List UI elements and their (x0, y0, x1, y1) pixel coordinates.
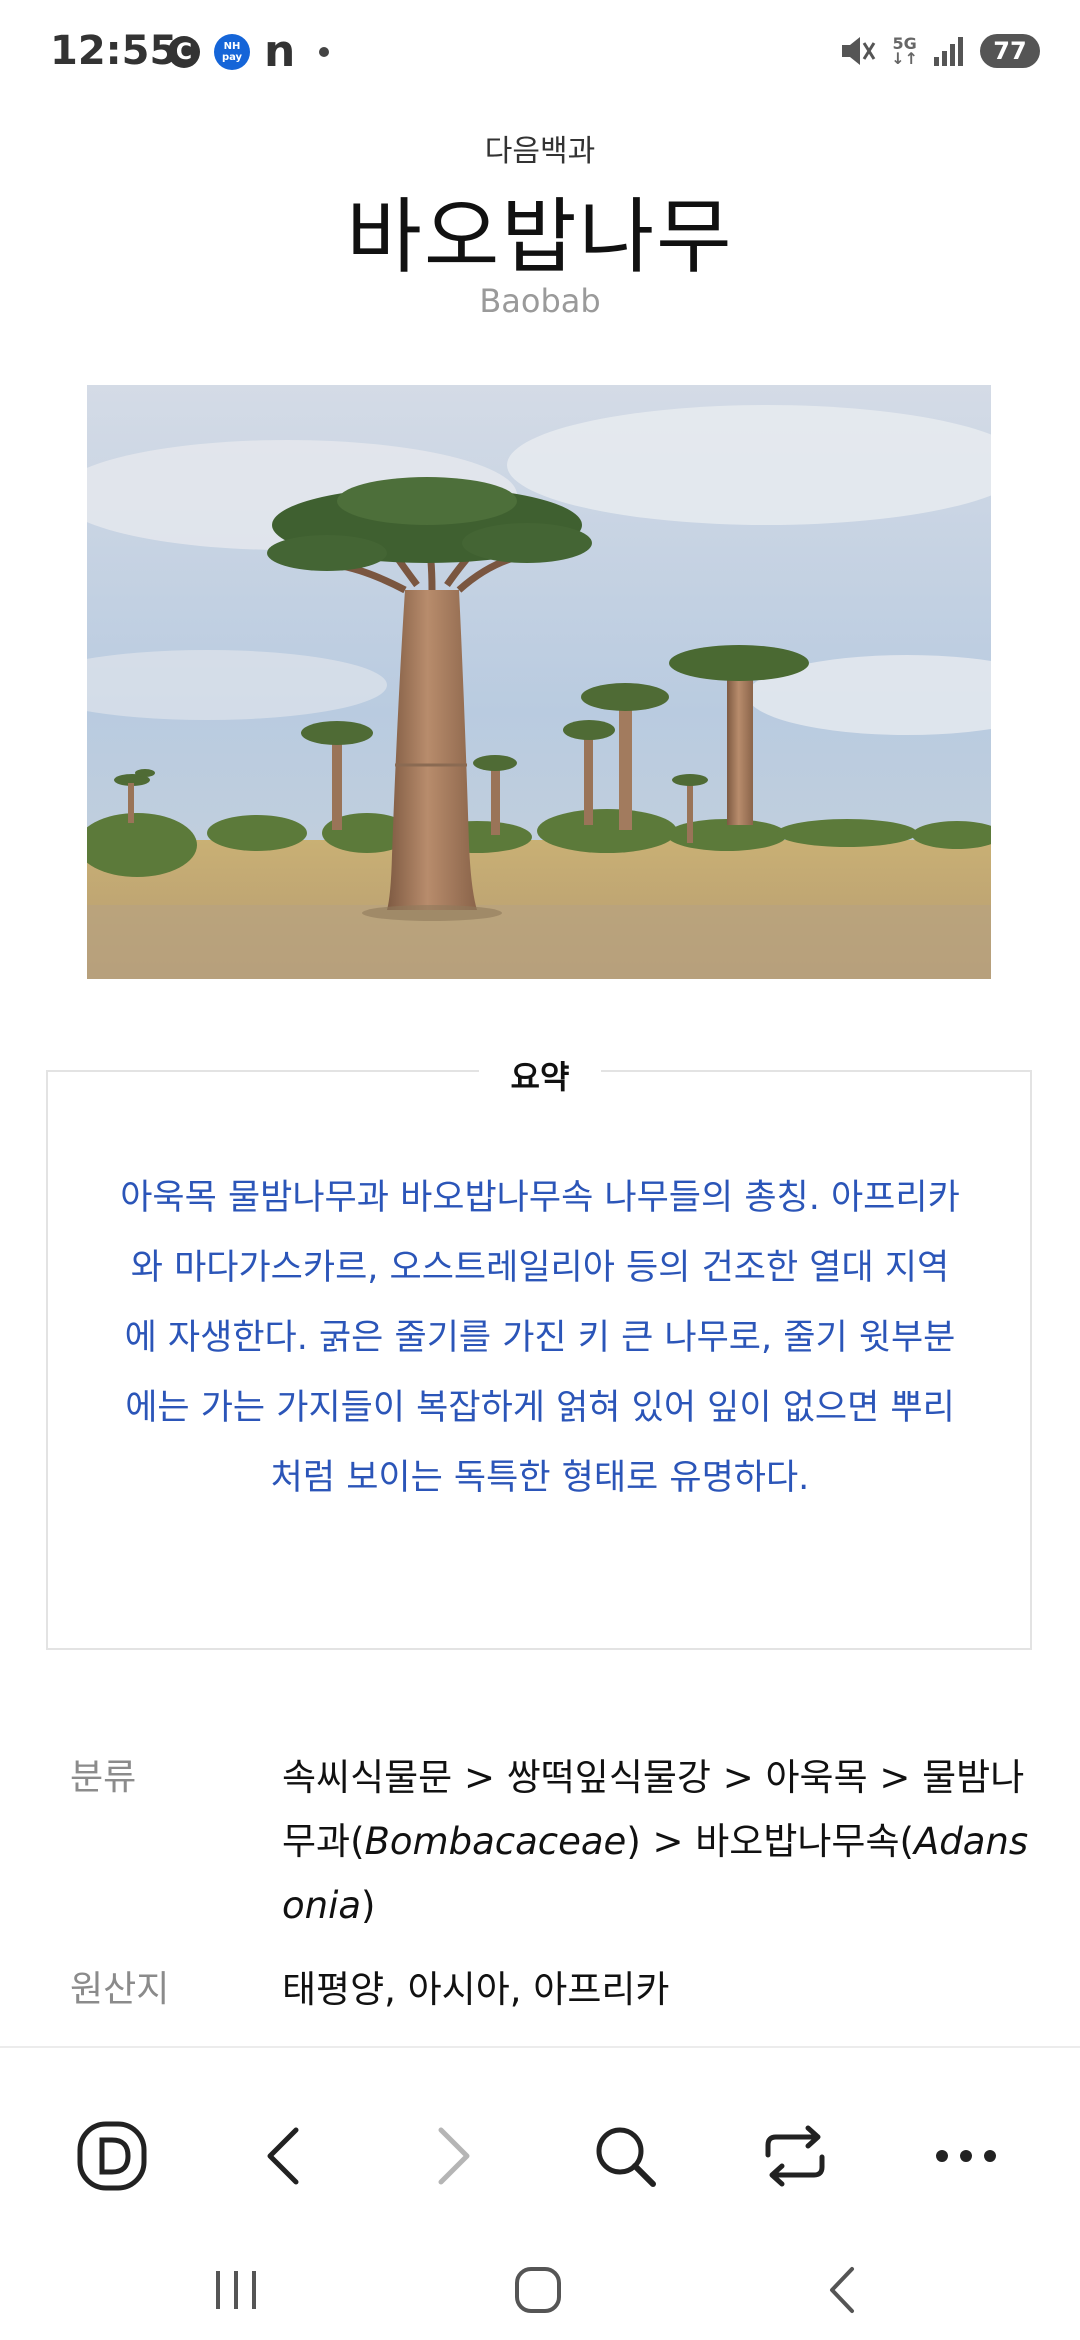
page-subtitle: Baobab (479, 282, 601, 320)
classification-label: 분류 (70, 1757, 137, 1798)
notification-dot (319, 47, 330, 57)
browser-toolbar (0, 2046, 1080, 2248)
recent-apps-button[interactable] (176, 2240, 296, 2340)
system-navigation-bar (0, 2240, 1080, 2340)
recent-apps-icon (216, 2271, 256, 2309)
signal-icon (934, 37, 963, 66)
back-icon (267, 2127, 299, 2185)
origin-label: 원산지 (70, 1969, 170, 2010)
more-icon (936, 2150, 996, 2162)
classification-family-latin: Bombacaceae (364, 1820, 627, 1863)
back-button[interactable] (233, 2106, 333, 2206)
status-time: 12:55 (50, 28, 178, 74)
c-app-icon: C (168, 36, 200, 68)
daum-home-icon (77, 2121, 147, 2191)
search-button[interactable] (575, 2106, 675, 2206)
baobab-photo-illustration (87, 385, 991, 979)
page-title: 바오밥나무 (346, 190, 734, 285)
status-system-icons: 5G ↓↑ 77 (839, 34, 1040, 68)
network-type-label: 5G (892, 34, 917, 53)
status-bar: 12:55 C NH pay n 5G ↓↑ 77 (0, 0, 1080, 110)
battery-level: 77 (993, 37, 1027, 65)
forward-button[interactable] (404, 2106, 504, 2206)
daum-home-button[interactable] (62, 2106, 162, 2206)
tabs-switch-button[interactable] (745, 2106, 845, 2206)
classification-text-2: ) > 바오밥나무속( (626, 1820, 914, 1863)
origin-value: 태평양, 아시아, 아프리카 (282, 1968, 670, 2011)
summary-heading: 요약 (0, 1052, 1080, 1098)
more-button[interactable] (916, 2106, 1016, 2206)
nh-pay-label: NH pay (221, 41, 243, 63)
system-back-button[interactable] (782, 2240, 902, 2340)
home-button[interactable] (478, 2240, 598, 2340)
n-app-icon: n (264, 26, 296, 77)
battery-icon: 77 (980, 34, 1040, 68)
search-icon (596, 2127, 656, 2187)
home-icon (515, 2267, 561, 2313)
classification-value: 속씨식물문 > 쌍떡잎식물강 > 아욱목 > 물밤나무과(Bombacaceae… (282, 1746, 1040, 1938)
baobab-photo[interactable] (87, 385, 991, 979)
mute-icon (842, 37, 876, 65)
status-notification-icons: C NH pay n (168, 26, 330, 77)
nh-pay-icon: NH pay (214, 34, 250, 70)
classification-text-3: ) (361, 1884, 376, 1927)
5g-icon: 5G ↓↑ (891, 34, 918, 68)
info-row-origin: 원산지 태평양, 아시아, 아프리카 (70, 1958, 1050, 2022)
info-row-classification: 분류 속씨식물문 > 쌍떡잎식물강 > 아욱목 > 물밤나무과(Bombacac… (70, 1746, 1050, 1938)
summary-heading-text: 요약 (478, 1058, 602, 1096)
forward-icon (438, 2127, 470, 2185)
tabs-switch-icon (765, 2125, 825, 2187)
system-back-icon (830, 2267, 854, 2313)
summary-text: 아욱목 물밤나무과 바오밥나무속 나무들의 총칭. 아프리카와 마다가스카르, … (120, 1178, 960, 1498)
source-label: 다음백과 (484, 134, 596, 169)
